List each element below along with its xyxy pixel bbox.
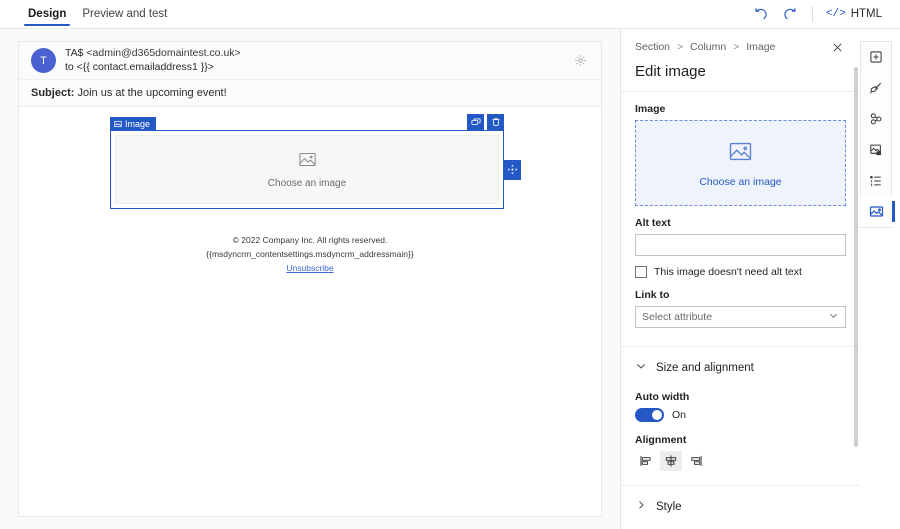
html-view-label: HTML [851, 8, 882, 20]
code-icon: </> [826, 8, 846, 20]
tab-preview-and-test-label: Preview and test [82, 8, 167, 20]
auto-width-state: On [672, 409, 686, 421]
block-actions [467, 114, 504, 130]
unsubscribe-link[interactable]: Unsubscribe [19, 261, 601, 275]
email-header: T TA$ <admin@d365domaintest.co.uk> to <{… [19, 42, 601, 80]
email-addresses: TA$ <admin@d365domaintest.co.uk> to <{{ … [65, 47, 241, 75]
avatar-initial: T [40, 55, 47, 67]
list-icon[interactable] [860, 165, 892, 196]
image-dropzone[interactable]: Choose an image [635, 120, 846, 206]
to-prefix: to [65, 61, 74, 73]
image-field-label: Image [635, 103, 846, 115]
sender-email: <admin@d365domaintest.co.uk> [86, 47, 240, 59]
email-to-line: to <{{ contact.emailaddress1 }}> [65, 61, 241, 75]
email-subject-bar: Subject: Join us at the upcoming event! [19, 80, 601, 107]
email-footer: © 2022 Company Inc. All rights reserved.… [19, 233, 601, 275]
breadcrumb: Section > Column > Image [635, 41, 846, 56]
link-to-label: Link to [635, 289, 846, 301]
style-title: Style [656, 501, 682, 513]
chevron-down-icon [635, 359, 647, 377]
sender-name: TA$ [65, 47, 83, 59]
auto-width-toggle[interactable] [635, 408, 664, 422]
undo-icon[interactable] [749, 1, 775, 27]
image-field-group: Image Choose an image [621, 92, 860, 206]
email-from-line: TA$ <admin@d365domaintest.co.uk> [65, 47, 241, 61]
breadcrumb-item-section[interactable]: Section [635, 41, 670, 53]
image-placeholder[interactable]: Choose an image [115, 135, 499, 204]
image-placeholder-icon [728, 139, 753, 169]
alignment-group: Alignment [621, 422, 860, 471]
toolbar-divider [812, 6, 813, 22]
alt-text-group: Alt text This image doesn't need alt tex… [621, 206, 860, 278]
top-bar: Design Preview and test </> [0, 0, 900, 29]
main-tabs: Design Preview and test [0, 0, 175, 28]
image-icon [114, 120, 122, 128]
html-view-button[interactable]: </> HTML [822, 8, 886, 20]
link-to-group: Link to Select attribute [621, 278, 860, 328]
add-element-icon[interactable] [860, 42, 892, 73]
trash-icon[interactable] [487, 114, 504, 130]
breadcrumb-separator: > [677, 41, 683, 53]
design-canvas: T TA$ <admin@d365domaintest.co.uk> to <{… [0, 29, 620, 529]
tab-design[interactable]: Design [20, 0, 74, 28]
brush-icon[interactable] [860, 73, 892, 104]
tab-preview-and-test[interactable]: Preview and test [74, 0, 175, 28]
breadcrumb-item-column[interactable]: Column [690, 41, 726, 53]
tab-design-label: Design [28, 8, 66, 20]
image-block-frame[interactable]: Choose an image [110, 130, 504, 209]
breadcrumb-trail: Section > Column > Image [635, 41, 775, 53]
email-preview-card: T TA$ <admin@d365domaintest.co.uk> to <{… [18, 41, 602, 517]
no-alt-text-checkbox[interactable] [635, 266, 647, 278]
auto-width-toggle-row: On [635, 408, 846, 422]
assets-icon[interactable] [860, 134, 892, 165]
panel-header: Section > Column > Image Edit image [621, 29, 860, 91]
theme-icon[interactable] [860, 104, 892, 135]
panel-scrollbar[interactable] [854, 67, 858, 447]
footer-copyright: © 2022 Company Inc. All rights reserved. [19, 233, 601, 247]
duplicate-icon[interactable] [467, 114, 484, 130]
properties-panel: Section > Column > Image Edit image Imag… [620, 29, 860, 529]
size-and-alignment-title: Size and alignment [656, 362, 754, 374]
page-title: Edit image [635, 63, 846, 91]
close-icon[interactable] [828, 38, 846, 56]
chevron-right-icon [635, 498, 647, 516]
link-to-select[interactable]: Select attribute [635, 306, 846, 328]
image-icon[interactable] [860, 196, 892, 227]
footer-address-token: {{msdyncrm_contentsettings.msdyncrm_addr… [19, 247, 601, 261]
align-left-icon[interactable] [635, 451, 657, 471]
subject-value: Join us at the upcoming event! [77, 87, 226, 99]
image-dropzone-label: Choose an image [699, 176, 781, 188]
alt-text-label: Alt text [635, 217, 846, 229]
gear-icon[interactable] [569, 50, 591, 72]
move-handle-icon[interactable] [504, 160, 521, 180]
image-placeholder-label: Choose an image [268, 178, 346, 189]
selected-image-block[interactable]: Image [110, 130, 504, 209]
subject-label: Subject: [31, 87, 74, 99]
email-body: Image [19, 107, 601, 516]
breadcrumb-item-image[interactable]: Image [746, 41, 775, 53]
link-to-value: Select attribute [642, 311, 712, 323]
no-alt-text-checkbox-row[interactable]: This image doesn't need alt text [635, 266, 846, 278]
email-designer-app: Design Preview and test </> [0, 0, 900, 529]
auto-width-label: Auto width [635, 391, 846, 403]
chevron-down-icon [828, 308, 839, 326]
right-toolbar-rail [860, 41, 892, 228]
alignment-options [635, 451, 846, 471]
auto-width-group: Auto width On [621, 389, 860, 422]
redo-icon[interactable] [777, 1, 803, 27]
alt-text-input[interactable] [635, 234, 846, 256]
align-center-icon[interactable] [660, 451, 682, 471]
size-and-alignment-accordion[interactable]: Size and alignment [621, 347, 860, 389]
avatar: T [31, 48, 56, 73]
block-type-label: Image [125, 119, 150, 129]
block-type-tag: Image [110, 117, 156, 130]
alignment-label: Alignment [635, 434, 846, 446]
style-accordion[interactable]: Style [621, 486, 860, 528]
top-bar-actions: </> HTML [749, 0, 900, 28]
breadcrumb-separator: > [733, 41, 739, 53]
image-placeholder-icon [298, 150, 317, 174]
align-right-icon[interactable] [685, 451, 707, 471]
no-alt-text-label: This image doesn't need alt text [654, 266, 802, 278]
to-value: <{{ contact.emailaddress1 }}> [77, 61, 214, 73]
